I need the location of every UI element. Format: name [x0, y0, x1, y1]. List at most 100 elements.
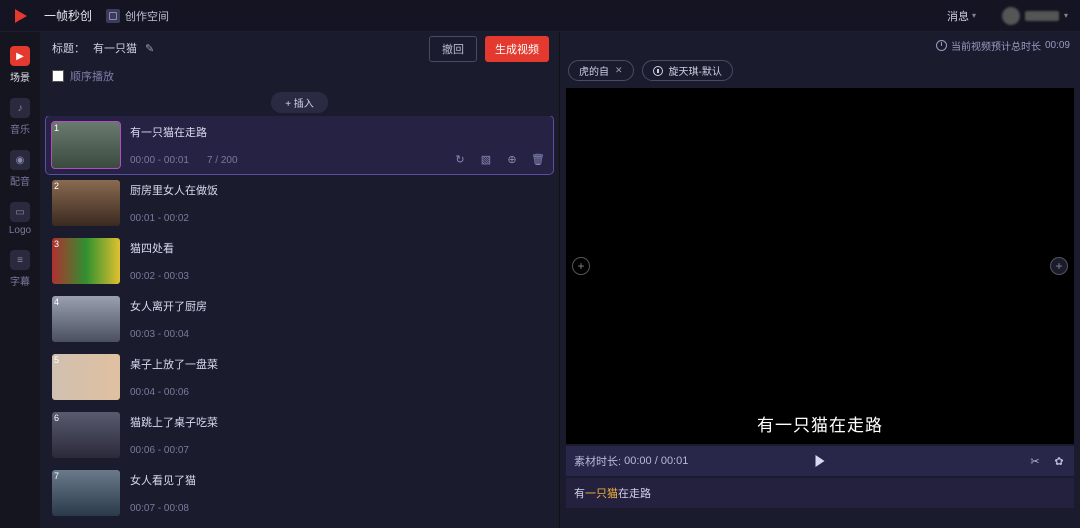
title-prefix: 标题： [52, 40, 85, 56]
topbar: 一帧秒创 创作空间 消息 ▾ ▾ [0, 0, 1080, 32]
nav-music[interactable]: ♪ 音乐 [0, 98, 40, 136]
subtitle-post: 在走路 [618, 485, 651, 501]
app-logo-icon [12, 7, 30, 25]
scene-time: 00:02 - 00:03 [130, 271, 189, 282]
workspace-link[interactable]: 创作空间 [106, 8, 169, 24]
scene-title: 桌子上放了一盘菜 [130, 356, 547, 372]
scene-row[interactable]: 3 猫四处看 00:02 - 00:03 [46, 232, 553, 290]
messages-label: 消息 [947, 8, 969, 24]
subtitle-pre: 有 [574, 485, 585, 501]
nav-logo[interactable]: ▭ Logo [0, 202, 40, 236]
withdraw-button[interactable]: 撤回 [429, 36, 477, 62]
generate-video-button[interactable]: 生成视频 [485, 36, 549, 62]
scene-time: 00:01 - 00:02 [130, 213, 189, 224]
delete-icon[interactable]: 🗑 [531, 152, 545, 166]
title-text: 有一只猫 [93, 40, 137, 56]
scene-title: 厨房里女人在做饭 [130, 182, 547, 198]
scene-time: 00:03 - 00:04 [130, 329, 189, 340]
scene-thumbnail[interactable]: 6 [52, 412, 120, 458]
scene-row[interactable]: 8女人把猫赶走了 [46, 522, 553, 526]
scene-count: 7 / 200 [207, 155, 238, 166]
scene-row[interactable]: 5 桌子上放了一盘菜 00:04 - 00:06 [46, 348, 553, 406]
subtitle-bar[interactable]: 有一只猫在走路 [566, 478, 1074, 508]
nav-label: 字幕 [10, 273, 30, 288]
scene-row[interactable]: 2 厨房里女人在做饭 00:01 - 00:02 [46, 174, 553, 232]
scene-number: 2 [54, 181, 59, 191]
material-time: 00:00 / 00:01 [624, 455, 688, 467]
scene-icon: ▶ [10, 46, 30, 66]
cut-icon[interactable]: ✂ [1028, 454, 1042, 468]
subtitle-icon: ≡ [10, 250, 30, 270]
scene-thumbnail[interactable]: 1 [52, 122, 120, 168]
scene-time: 00:06 - 00:07 [130, 445, 189, 456]
workspace-label: 创作空间 [125, 8, 169, 24]
scene-time: 00:04 - 00:06 [130, 387, 189, 398]
image-icon[interactable]: ▧ [479, 152, 493, 166]
clock-icon [936, 40, 947, 51]
duration-label: 当前视频预计总时长 [951, 38, 1041, 53]
duration-value: 00:09 [1045, 40, 1070, 51]
scene-number: 5 [54, 355, 59, 365]
refresh-icon[interactable]: ↻ [453, 152, 467, 166]
mic-icon [653, 66, 663, 76]
scene-number: 7 [54, 471, 59, 481]
scene-number: 3 [54, 239, 59, 249]
settings-icon[interactable]: ✿ [1052, 454, 1066, 468]
scene-thumbnail[interactable]: 7 [52, 470, 120, 516]
scene-row[interactable]: 7 女人看见了猫 00:07 - 00:08 [46, 464, 553, 522]
preview-tags: 虎的自✕ 旋天琪-默认 [568, 60, 733, 81]
edit-title-icon[interactable]: ✎ [145, 42, 154, 55]
close-icon[interactable]: ✕ [615, 65, 623, 76]
scene-title: 女人看见了猫 [130, 472, 547, 488]
tag-voice[interactable]: 旋天琪-默认 [642, 60, 733, 81]
avatar [1002, 7, 1020, 25]
scene-row[interactable]: 4 女人离开了厨房 00:03 - 00:04 [46, 290, 553, 348]
scene-list[interactable]: 1 有一只猫在走路 00:00 - 00:01 7 / 200 ↻ ▧ ⊕ 🗑 2 厨房里女人在做… [40, 116, 559, 526]
workspace-icon [106, 9, 120, 23]
add-after-button[interactable]: + [1050, 257, 1068, 275]
nav-label: 场景 [10, 69, 30, 84]
scene-thumbnail[interactable]: 4 [52, 296, 120, 342]
scene-title: 猫四处看 [130, 240, 547, 256]
messages-link[interactable]: 消息 ▾ [947, 8, 976, 24]
tag-style[interactable]: 虎的自✕ [568, 60, 634, 81]
scene-thumbnail[interactable]: 5 [52, 354, 120, 400]
chevron-down-icon: ▾ [1064, 11, 1068, 20]
scene-thumbnail[interactable]: 3 [52, 238, 120, 284]
scene-row[interactable]: 6 猫跳上了桌子吃菜 00:06 - 00:07 [46, 406, 553, 464]
insert-button[interactable]: + 插入 [271, 92, 328, 113]
preview-panel: 当前视频预计总时长 00:09 虎的自✕ 旋天琪-默认 + + 有一只猫在走路 … [560, 32, 1080, 528]
scene-title: 有一只猫在走路 [130, 124, 547, 140]
scene-time: 00:00 - 00:01 [130, 155, 189, 166]
voice-icon: ◉ [10, 150, 30, 170]
sequential-play-label: 顺序播放 [70, 68, 114, 84]
sequential-play-checkbox[interactable] [52, 70, 64, 82]
chevron-down-icon: ▾ [972, 11, 976, 20]
scene-title: 女人离开了厨房 [130, 298, 547, 314]
video-preview[interactable]: + + 有一只猫在走路 [566, 88, 1074, 444]
app-brand: 一帧秒创 [44, 7, 92, 24]
scene-number: 6 [54, 413, 59, 423]
nav-voice[interactable]: ◉ 配音 [0, 150, 40, 188]
nav-scene[interactable]: ▶ 场景 [0, 46, 40, 84]
preview-caption: 有一只猫在走路 [757, 411, 883, 436]
scene-panel: 撤回 生成视频 标题： 有一只猫 ✎ 顺序播放 + 插入 1 有一只猫在走路 00:… [40, 32, 560, 528]
scene-number: 4 [54, 297, 59, 307]
nav-subtitle[interactable]: ≡ 字幕 [0, 250, 40, 288]
music-icon: ♪ [10, 98, 30, 118]
scene-title: 猫跳上了桌子吃菜 [130, 414, 547, 430]
scene-row[interactable]: 1 有一只猫在走路 00:00 - 00:01 7 / 200 ↻ ▧ ⊕ 🗑 [46, 116, 553, 174]
scene-time: 00:07 - 00:08 [130, 503, 189, 514]
play-button[interactable] [816, 455, 825, 467]
nav-label: 音乐 [10, 121, 30, 136]
nav-label: Logo [9, 225, 31, 236]
scene-number: 1 [54, 123, 59, 133]
material-label: 素材时长: [574, 453, 621, 469]
logo-icon: ▭ [10, 202, 30, 222]
user-menu[interactable]: ▾ [1002, 7, 1068, 25]
add-before-button[interactable]: + [572, 257, 590, 275]
scene-thumbnail[interactable]: 2 [52, 180, 120, 226]
add-icon[interactable]: ⊕ [505, 152, 519, 166]
username [1025, 11, 1059, 21]
player-controls: 素材时长: 00:00 / 00:01 ✂ ✿ [566, 446, 1074, 476]
